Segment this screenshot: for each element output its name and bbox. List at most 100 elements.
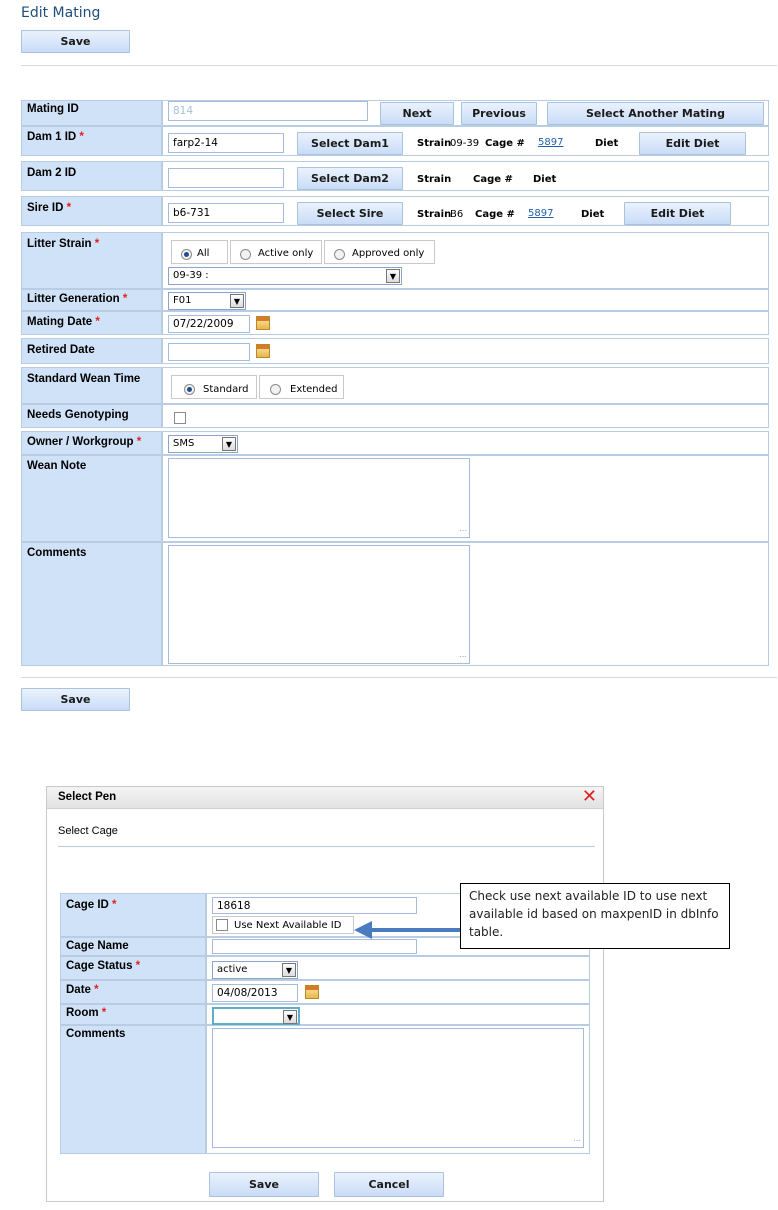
radio-active-label: Active only bbox=[258, 248, 314, 259]
previous-button[interactable]: Previous bbox=[461, 102, 537, 125]
radio-standard[interactable]: Standard bbox=[171, 375, 257, 399]
dam1-edit-diet-button[interactable]: Edit Diet bbox=[639, 132, 746, 155]
dlg-label-cage-status: Cage Status * bbox=[60, 956, 206, 980]
row-value-wean-note: ⋯ bbox=[162, 455, 769, 542]
comments-textarea[interactable]: ⋯ bbox=[168, 545, 470, 664]
select-sire-button[interactable]: Select Sire bbox=[297, 202, 403, 225]
use-next-id-wrap[interactable]: Use Next Available ID bbox=[212, 916, 354, 934]
dialog-cancel-button[interactable]: Cancel bbox=[334, 1172, 444, 1197]
dialog-title: Select Pen bbox=[58, 791, 117, 803]
sire-cage-link[interactable]: 5897 bbox=[528, 208, 553, 219]
chevron-down-icon[interactable]: ▼ bbox=[386, 269, 400, 283]
dam1-field[interactable]: farp2-14 bbox=[168, 133, 284, 153]
row-value-dam1: farp2-14 Select Dam1 Strain 09-39 Cage #… bbox=[162, 126, 769, 156]
radio-extended[interactable]: Extended bbox=[259, 375, 344, 399]
row-label-wean-time: Standard Wean Time bbox=[21, 367, 162, 404]
dam1-cage-link[interactable]: 5897 bbox=[538, 137, 563, 148]
radio-active-indicator[interactable] bbox=[240, 248, 251, 260]
select-dam2-button[interactable]: Select Dam2 bbox=[297, 167, 403, 190]
resize-grip-icon[interactable]: ⋯ bbox=[459, 653, 467, 661]
dam2-cage-label: Cage # bbox=[473, 174, 513, 185]
dialog-save-button[interactable]: Save bbox=[209, 1172, 319, 1197]
dlg-comments-textarea[interactable]: ⋯ bbox=[212, 1028, 584, 1148]
dam1-strain-label: Strain bbox=[417, 138, 452, 149]
chevron-down-icon[interactable]: ▼ bbox=[282, 963, 296, 977]
radio-approved-indicator[interactable] bbox=[334, 248, 345, 260]
sire-edit-diet-button[interactable]: Edit Diet bbox=[624, 202, 731, 225]
chevron-down-icon[interactable]: ▼ bbox=[222, 437, 236, 451]
retired-date-field[interactable] bbox=[168, 343, 250, 361]
required-mark: * bbox=[136, 436, 142, 448]
dam2-field[interactable] bbox=[168, 168, 284, 188]
row-label-dam1: Dam 1 ID * bbox=[21, 126, 162, 156]
radio-extended-label: Extended bbox=[290, 384, 338, 395]
radio-approved-label: Approved only bbox=[352, 248, 425, 259]
row-value-dam2: Select Dam2 Strain Cage # Diet bbox=[162, 161, 769, 191]
litter-generation-label-wrap: Litter Generation * bbox=[27, 293, 127, 305]
row-label-retired-date: Retired Date bbox=[21, 338, 162, 364]
mating-date-label-wrap: Mating Date * bbox=[27, 316, 100, 328]
mating-id-field[interactable]: 814 bbox=[168, 101, 368, 121]
required-mark: * bbox=[135, 960, 141, 972]
calendar-icon[interactable] bbox=[305, 985, 319, 999]
required-mark: * bbox=[94, 984, 99, 996]
cage-name-field[interactable] bbox=[212, 939, 417, 954]
radio-approved-only[interactable]: Approved only bbox=[324, 240, 435, 264]
cage-status-label-wrap: Cage Status * bbox=[66, 960, 140, 972]
row-label-litter-strain: Litter Strain * bbox=[21, 232, 162, 289]
chevron-down-icon[interactable]: ▼ bbox=[230, 294, 244, 308]
chevron-down-icon[interactable]: ▼ bbox=[283, 1010, 297, 1024]
calendar-icon[interactable] bbox=[256, 316, 270, 330]
needs-genotyping-label: Needs Genotyping bbox=[27, 409, 129, 421]
required-mark: * bbox=[112, 899, 117, 911]
resize-grip-icon[interactable]: ⋯ bbox=[573, 1137, 581, 1145]
wean-note-textarea[interactable]: ⋯ bbox=[168, 458, 470, 538]
row-value-needs-genotyping bbox=[162, 404, 769, 428]
dlg-label-date: Date * bbox=[60, 980, 206, 1004]
radio-extended-indicator[interactable] bbox=[270, 383, 281, 395]
save-button-bottom[interactable]: Save bbox=[21, 688, 130, 711]
cage-name-label: Cage Name bbox=[66, 940, 129, 952]
dialog-subtitle: Select Cage bbox=[58, 825, 118, 837]
dialog-header: Select Pen ✕ bbox=[47, 787, 603, 809]
dlg-value-comments: ⋯ bbox=[206, 1025, 590, 1154]
row-label-dam2: Dam 2 ID bbox=[21, 161, 162, 191]
radio-all[interactable]: All bbox=[171, 240, 228, 264]
radio-all-indicator[interactable] bbox=[181, 248, 192, 260]
retired-date-label: Retired Date bbox=[27, 344, 95, 356]
radio-standard-indicator[interactable] bbox=[184, 383, 195, 395]
litter-strain-select[interactable]: 09-39 : ▼ bbox=[168, 267, 402, 285]
divider-top bbox=[21, 65, 777, 66]
cage-id-field[interactable]: 18618 bbox=[212, 897, 417, 914]
radio-active-only[interactable]: Active only bbox=[230, 240, 322, 264]
dlg-label-cage-id: Cage ID * bbox=[60, 893, 206, 937]
room-label-wrap: Room * bbox=[66, 1007, 106, 1019]
use-next-id-checkbox[interactable] bbox=[216, 919, 228, 931]
next-button[interactable]: Next bbox=[380, 102, 454, 125]
dam1-diet-label: Diet bbox=[595, 138, 619, 149]
cage-status-select[interactable]: active ▼ bbox=[212, 961, 298, 979]
sire-field[interactable]: b6-731 bbox=[168, 203, 284, 223]
close-icon[interactable]: ✕ bbox=[582, 787, 597, 807]
calendar-icon[interactable] bbox=[256, 344, 270, 358]
row-value-owner: SMS ▼ bbox=[162, 431, 769, 455]
date-field[interactable]: 04/08/2013 bbox=[212, 984, 298, 1002]
resize-grip-icon[interactable]: ⋯ bbox=[459, 527, 467, 535]
row-label-mating-date: Mating Date * bbox=[21, 311, 162, 335]
litter-strain-label-wrap: Litter Strain * bbox=[27, 238, 99, 250]
save-button-top[interactable]: Save bbox=[21, 30, 130, 53]
row-label-wean-note: Wean Note bbox=[21, 455, 162, 542]
owner-select[interactable]: SMS ▼ bbox=[168, 435, 238, 453]
dlg-label-comments: Comments bbox=[60, 1025, 206, 1154]
mating-date-field[interactable]: 07/22/2009 bbox=[168, 315, 250, 333]
litter-generation-select[interactable]: F01 ▼ bbox=[168, 292, 246, 310]
row-label-owner: Owner / Workgroup * bbox=[21, 431, 162, 455]
dam1-strain-value: 09-39 bbox=[450, 138, 480, 149]
select-dam1-button[interactable]: Select Dam1 bbox=[297, 132, 403, 155]
needs-genotyping-checkbox[interactable] bbox=[174, 412, 186, 424]
required-mark: * bbox=[95, 316, 100, 328]
required-mark: * bbox=[122, 293, 128, 305]
row-value-sire: b6-731 Select Sire Strain B6 Cage # 5897… bbox=[162, 196, 769, 226]
select-another-mating-button[interactable]: Select Another Mating bbox=[547, 102, 764, 125]
room-select[interactable]: ▼ bbox=[212, 1007, 300, 1025]
